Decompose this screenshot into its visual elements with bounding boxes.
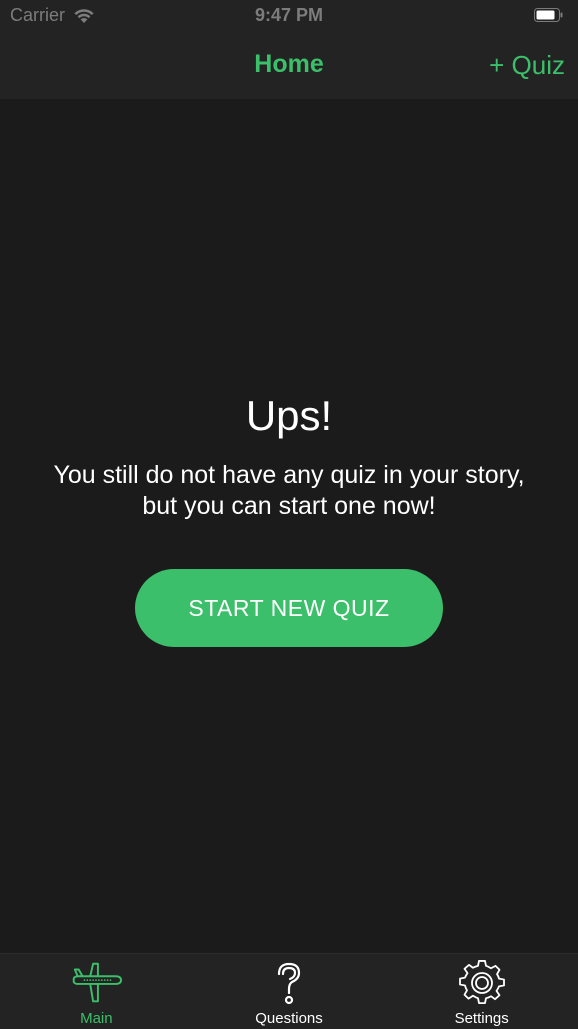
- tab-questions-label: Questions: [255, 1010, 323, 1027]
- start-new-quiz-button[interactable]: START NEW QUIZ: [135, 569, 443, 647]
- tab-questions[interactable]: Questions: [193, 954, 386, 1029]
- status-time: 9:47 PM: [254, 5, 324, 25]
- tab-bar: Main Questions Settings: [0, 953, 578, 1029]
- empty-state-title: Ups!: [245, 392, 333, 439]
- airplane-icon: [70, 960, 123, 1006]
- navigation-bar: Home + Quiz: [0, 32, 578, 100]
- empty-state-message: You still do not have any quiz in your s…: [53, 461, 525, 520]
- main-content: Ups! You still do not have any quiz in y…: [0, 100, 578, 953]
- battery-icon: [534, 8, 564, 22]
- status-bar: Carrier 9:47 PM: [0, 0, 578, 32]
- question-mark-icon: [263, 960, 315, 1006]
- tab-settings[interactable]: Settings: [385, 954, 578, 1029]
- tab-main-label: Main: [80, 1010, 113, 1027]
- add-quiz-button[interactable]: + Quiz: [489, 50, 565, 81]
- gear-icon: [456, 960, 508, 1006]
- tab-settings-label: Settings: [454, 1010, 509, 1027]
- tab-main[interactable]: Main: [0, 954, 193, 1029]
